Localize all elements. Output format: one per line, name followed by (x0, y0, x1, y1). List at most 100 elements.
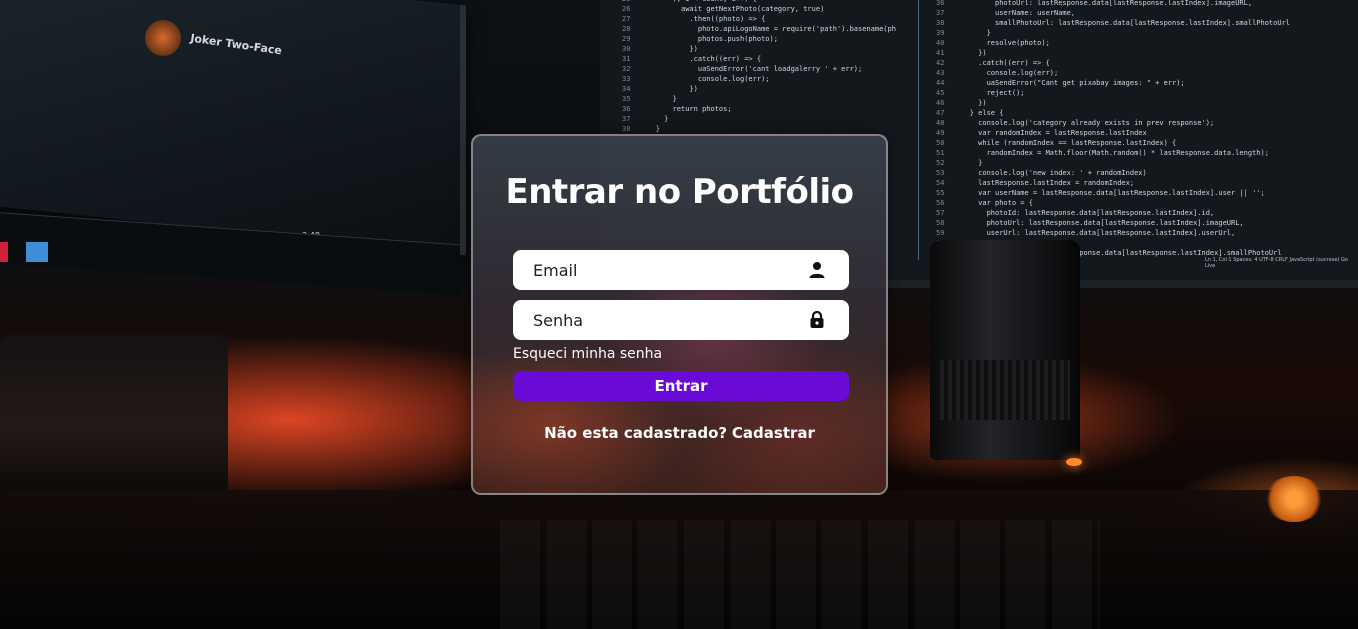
code-text: console.log('category already exists in … (952, 119, 1215, 127)
code-text: randomIndex = Math.floor(Math.random() *… (952, 149, 1269, 157)
code-text: photos.push(photo); (638, 35, 778, 43)
line-number: 41 (936, 49, 953, 57)
line-number: 52 (936, 159, 953, 167)
email-field-wrapper (513, 250, 849, 290)
code-text: await getNextPhoto(category, true) (638, 5, 825, 13)
code-text: console.log('new index: ' + randomIndex) (952, 169, 1147, 177)
code-text: userUrl: lastResponse.data[lastResponse.… (952, 229, 1236, 237)
code-text: }) (952, 99, 987, 107)
code-line: 40 resolve(photo); (936, 38, 1290, 48)
code-line: 55 var userName = lastResponse.data[last… (936, 188, 1290, 198)
code-line: 52 } (936, 158, 1290, 168)
password-field[interactable] (513, 300, 813, 340)
code-line: 38 } (622, 124, 896, 134)
code-text: var randomIndex = lastResponse.lastIndex (952, 129, 1147, 137)
code-text: } (952, 29, 991, 37)
mouse-led (1066, 458, 1082, 466)
line-number: 42 (936, 59, 953, 67)
code-text: while (randomIndex == lastResponse.lastI… (952, 139, 1177, 147)
line-number: 58 (936, 219, 953, 227)
code-text: uaSendError('cant loadgalerry ' + err); (638, 65, 863, 73)
editor-status-bar: Ln 1, Col 1 Spaces: 4 UTF-8 CRLF JavaScr… (1205, 257, 1348, 269)
code-text: return photos; (638, 105, 732, 113)
code-line: 49 var randomIndex = lastResponse.lastIn… (936, 128, 1290, 138)
code-text: } (638, 95, 677, 103)
code-text: .catch((err) => { (638, 55, 762, 63)
line-number: 26 (622, 5, 639, 13)
editor-split (918, 0, 919, 260)
code-text: } (638, 115, 669, 123)
code-text: photoUrl: lastResponse.data[lastResponse… (952, 0, 1253, 7)
line-number: 51 (936, 149, 953, 157)
code-line: 39 } (936, 28, 1290, 38)
code-text: photoId: lastResponse.data[lastResponse.… (952, 209, 1215, 217)
code-text: photoUrl: lastResponse.data[lastResponse… (952, 219, 1244, 227)
line-number: 57 (936, 209, 953, 217)
code-line: 45 reject(); (936, 88, 1290, 98)
code-line: 37 userName: userName, (936, 8, 1290, 18)
camera-lens (930, 240, 1080, 460)
login-button[interactable]: Entrar (513, 371, 849, 401)
code-text: }) (638, 85, 698, 93)
code-line: 53 console.log('new index: ' + randomInd… (936, 168, 1290, 178)
code-text: } (638, 125, 660, 133)
code-line: 43 console.log(err); (936, 68, 1290, 78)
code-line: 31 .catch((err) => { (622, 54, 896, 64)
line-number: 55 (936, 189, 953, 197)
line-number: 37 (622, 115, 639, 123)
code-line: 58 photoUrl: lastResponse.data[lastRespo… (936, 218, 1290, 228)
forgot-password-link[interactable]: Esqueci minha senha (513, 346, 662, 362)
mouse-logo-glow (1264, 476, 1324, 522)
desk-object (0, 335, 228, 495)
taskbar-app-icon (26, 242, 48, 262)
code-text: .then((photo) => { (638, 15, 766, 23)
code-line: 59 userUrl: lastResponse.data[lastRespon… (936, 228, 1290, 238)
line-number: 59 (936, 229, 953, 237)
code-line: 27 .then((photo) => { (622, 14, 896, 24)
line-number: 32 (622, 65, 639, 73)
code-line: 44 uaSendError("Cant get pixabay images:… (936, 78, 1290, 88)
line-number: 37 (936, 9, 953, 17)
code-editor-right: 36 photoUrl: lastResponse.data[lastRespo… (936, 0, 1290, 278)
password-field-wrapper (513, 300, 849, 340)
code-text: userName: userName, (952, 9, 1076, 17)
signup-question: Não esta cadastrado? (544, 424, 728, 442)
user-icon (807, 260, 827, 280)
code-line: 28 photo.apiLogoName = require('path').b… (622, 24, 896, 34)
code-line: 42 .catch((err) => { (936, 58, 1290, 68)
code-line: 46 }) (936, 98, 1290, 108)
code-text: reject(); (952, 89, 1025, 97)
signup-link[interactable]: Cadastrar (732, 424, 815, 442)
code-text: console.log(err); (952, 69, 1059, 77)
line-number: 49 (936, 129, 953, 137)
code-line: 56 var photo = { (936, 198, 1290, 208)
line-number: 38 (936, 19, 953, 27)
taskbar-app-icon (0, 242, 8, 262)
code-text: resolve(photo); (952, 39, 1050, 47)
code-text: smallPhotoUrl: lastResponse.data[lastRes… (952, 19, 1291, 27)
line-number: 46 (936, 99, 953, 107)
login-card: Entrar no Portfólio Esqueci minha senha … (471, 134, 888, 495)
line-number: 29 (622, 35, 639, 43)
line-number: 45 (936, 89, 953, 97)
line-number: 35 (622, 95, 639, 103)
code-line: 36 return photos; (622, 104, 896, 114)
line-number: 30 (622, 45, 639, 53)
line-number: 50 (936, 139, 953, 147)
line-number: 43 (936, 69, 953, 77)
code-line: 35 } (622, 94, 896, 104)
code-text: }) (952, 49, 987, 57)
code-text: uaSendError("Cant get pixabay images: " … (952, 79, 1185, 87)
email-field[interactable] (513, 250, 813, 290)
code-line: 41 }) (936, 48, 1290, 58)
code-text: lastResponse.lastIndex = randomIndex; (952, 179, 1135, 187)
code-line: 32 uaSendError('cant loadgalerry ' + err… (622, 64, 896, 74)
code-line: 36 photoUrl: lastResponse.data[lastRespo… (936, 0, 1290, 8)
line-number: 31 (622, 55, 639, 63)
code-line: 33 console.log(err); (622, 74, 896, 84)
camera-lens-ring (940, 360, 1070, 420)
page-title: Entrar no Portfólio (505, 172, 854, 212)
line-number: 53 (936, 169, 953, 177)
code-line: 47 } else { (936, 108, 1290, 118)
line-number: 40 (936, 39, 953, 47)
